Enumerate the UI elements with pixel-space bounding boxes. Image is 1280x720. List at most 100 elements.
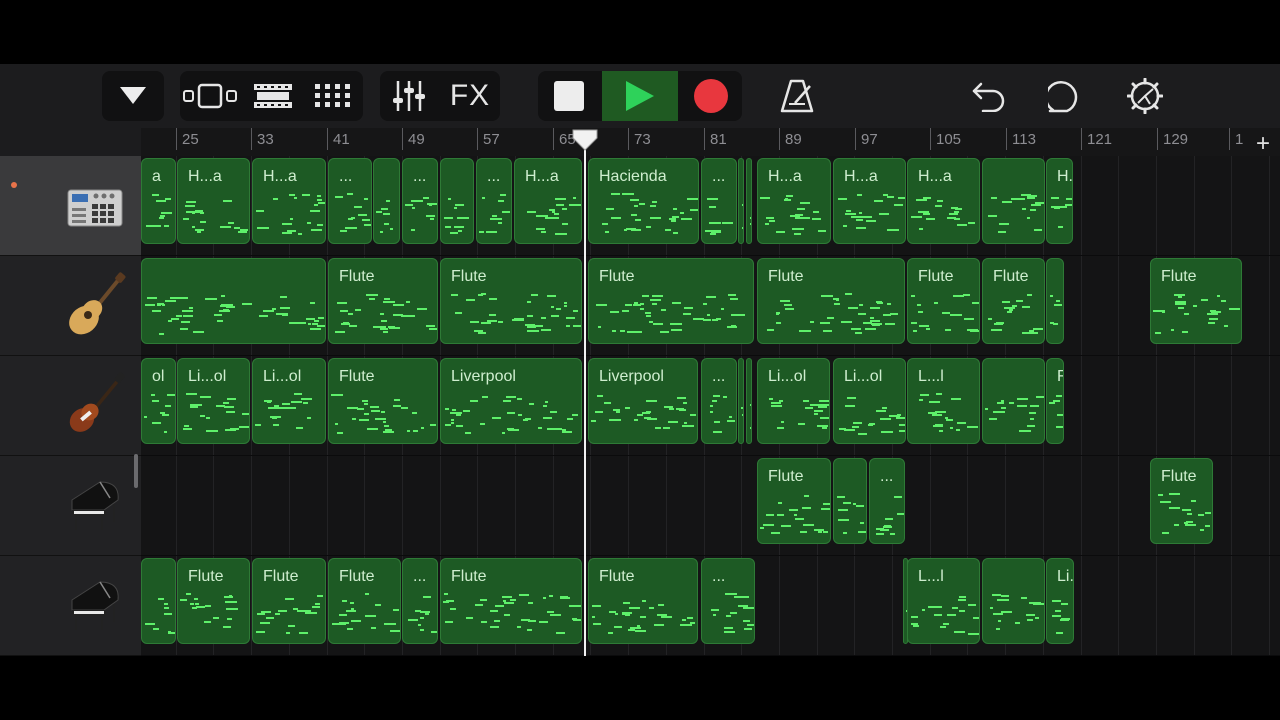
midi-note: [730, 612, 737, 614]
midi-region[interactable]: Flute: [1150, 258, 1242, 344]
loop-browser-button[interactable]: [1040, 71, 1094, 121]
track-header-bass-guitar[interactable]: [0, 356, 141, 456]
midi-note: [160, 215, 165, 217]
midi-region[interactable]: [1046, 258, 1064, 344]
midi-region[interactable]: [833, 458, 867, 544]
midi-region[interactable]: Flute: [982, 258, 1045, 344]
track-lane-4[interactable]: Flute... Flute: [141, 456, 1280, 556]
tracks-view-button[interactable]: [180, 71, 240, 121]
midi-region[interactable]: ...: [402, 158, 438, 244]
midi-region[interactable]: Flute: [328, 358, 438, 444]
settings-button[interactable]: [1118, 71, 1172, 121]
midi-region[interactable]: Flute: [252, 558, 326, 644]
midi-region[interactable]: Li...ol: [833, 358, 906, 444]
midi-note: [992, 594, 1001, 596]
track-scroll-indicator[interactable]: [134, 454, 138, 488]
undo-button[interactable]: [962, 71, 1016, 121]
midi-region[interactable]: H...a: [757, 158, 831, 244]
midi-region[interactable]: L...l: [907, 558, 980, 644]
midi-region[interactable]: Flute: [328, 258, 438, 344]
track-header-grand-piano-1[interactable]: [0, 456, 141, 556]
midi-region[interactable]: Flute: [588, 558, 698, 644]
midi-note: [1056, 426, 1063, 428]
midi-note: [991, 197, 997, 199]
mix-group: FX: [380, 71, 500, 121]
midi-region[interactable]: H...a: [514, 158, 582, 244]
track-lane-2[interactable]: Flute Flute Flute Flute Flute Flute Flute: [141, 256, 1280, 356]
midi-region[interactable]: H...a: [746, 158, 752, 244]
track-header-acoustic-guitar[interactable]: [0, 256, 141, 356]
midi-region[interactable]: Li...ol: [757, 358, 830, 444]
midi-region[interactable]: H...a: [252, 158, 326, 244]
track-lane-5[interactable]: FluteFluteFlute...FluteFlute...FluteL...…: [141, 556, 1280, 656]
midi-note: [860, 216, 872, 218]
add-track-button[interactable]: +: [1256, 130, 1270, 156]
midi-note: [625, 614, 630, 616]
mixer-button[interactable]: [380, 71, 438, 121]
midi-region[interactable]: [440, 158, 474, 244]
midi-region[interactable]: Flute: [1046, 358, 1064, 444]
track-header-grand-piano-2[interactable]: [0, 556, 141, 656]
midi-region[interactable]: Liverpool: [588, 358, 698, 444]
midi-region[interactable]: ...: [701, 358, 737, 444]
midi-region[interactable]: ...: [701, 158, 737, 244]
midi-region[interactable]: ...: [869, 458, 905, 544]
midi-region[interactable]: H...a: [1046, 158, 1073, 244]
play-button[interactable]: [602, 71, 678, 121]
midi-region[interactable]: H...a: [907, 158, 980, 244]
midi-region[interactable]: ...: [476, 158, 512, 244]
midi-region[interactable]: Li...ol: [746, 358, 752, 444]
midi-region[interactable]: Liverpool: [440, 358, 582, 444]
midi-region[interactable]: Li...ol: [252, 358, 326, 444]
stop-button[interactable]: [538, 71, 600, 121]
metronome-button[interactable]: [770, 71, 824, 121]
track-lane-3[interactable]: ol Li...ol Li...ol Flute Liverpool Liverpool.…: [141, 356, 1280, 456]
midi-region[interactable]: H...a: [833, 158, 906, 244]
midi-region[interactable]: Flute: [440, 258, 582, 344]
midi-region[interactable]: [738, 158, 744, 244]
midi-region[interactable]: Flute: [757, 258, 905, 344]
midi-region[interactable]: [982, 358, 1045, 444]
midi-region[interactable]: Flute: [588, 258, 754, 344]
menu-dropdown-button[interactable]: [102, 71, 164, 121]
live-loops-button[interactable]: [244, 71, 302, 121]
midi-note: [820, 322, 830, 324]
midi-region[interactable]: Flute: [440, 558, 582, 644]
midi-region[interactable]: H...a: [177, 158, 250, 244]
midi-region[interactable]: Flute: [757, 458, 831, 544]
midi-region[interactable]: L...l: [907, 358, 980, 444]
grid-view-button[interactable]: [304, 71, 362, 121]
midi-note: [972, 302, 979, 304]
midi-region[interactable]: [141, 258, 326, 344]
track-header-drum-machine[interactable]: [0, 156, 141, 256]
midi-note: [527, 301, 531, 303]
midi-region[interactable]: Li...ol: [177, 358, 250, 444]
playhead-handle-icon[interactable]: [571, 128, 599, 152]
midi-region[interactable]: [141, 558, 176, 644]
midi-note: [451, 419, 454, 421]
midi-note: [161, 212, 172, 214]
midi-region[interactable]: Li...ol: [1046, 558, 1074, 644]
tracks-area[interactable]: a H...a H...a......... H...a Hacienda... H...…: [141, 156, 1280, 656]
midi-region[interactable]: ol: [141, 358, 176, 444]
midi-region[interactable]: [982, 158, 1045, 244]
fx-button[interactable]: FX: [440, 71, 500, 121]
midi-region[interactable]: Flute: [328, 558, 401, 644]
record-button[interactable]: [680, 71, 742, 121]
midi-region[interactable]: [373, 158, 400, 244]
midi-region[interactable]: Hacienda: [588, 158, 699, 244]
track-lane-1[interactable]: a H...a H...a......... H...a Hacienda... H...…: [141, 156, 1280, 256]
midi-region[interactable]: [982, 558, 1045, 644]
midi-region[interactable]: ...: [402, 558, 438, 644]
midi-region[interactable]: Flute: [177, 558, 250, 644]
midi-region[interactable]: Flute: [907, 258, 980, 344]
midi-region[interactable]: a: [141, 158, 176, 244]
timeline-ruler[interactable]: + 25 33 41 49 57 65 73 81 89 97 105 113 121 129 1: [141, 128, 1280, 157]
midi-region[interactable]: ...: [328, 158, 372, 244]
midi-note: [197, 231, 201, 233]
midi-region[interactable]: ...: [701, 558, 755, 644]
midi-region[interactable]: [738, 358, 744, 444]
midi-region[interactable]: Flute: [1150, 458, 1213, 544]
midi-note: [725, 593, 737, 595]
midi-note: [911, 295, 915, 297]
